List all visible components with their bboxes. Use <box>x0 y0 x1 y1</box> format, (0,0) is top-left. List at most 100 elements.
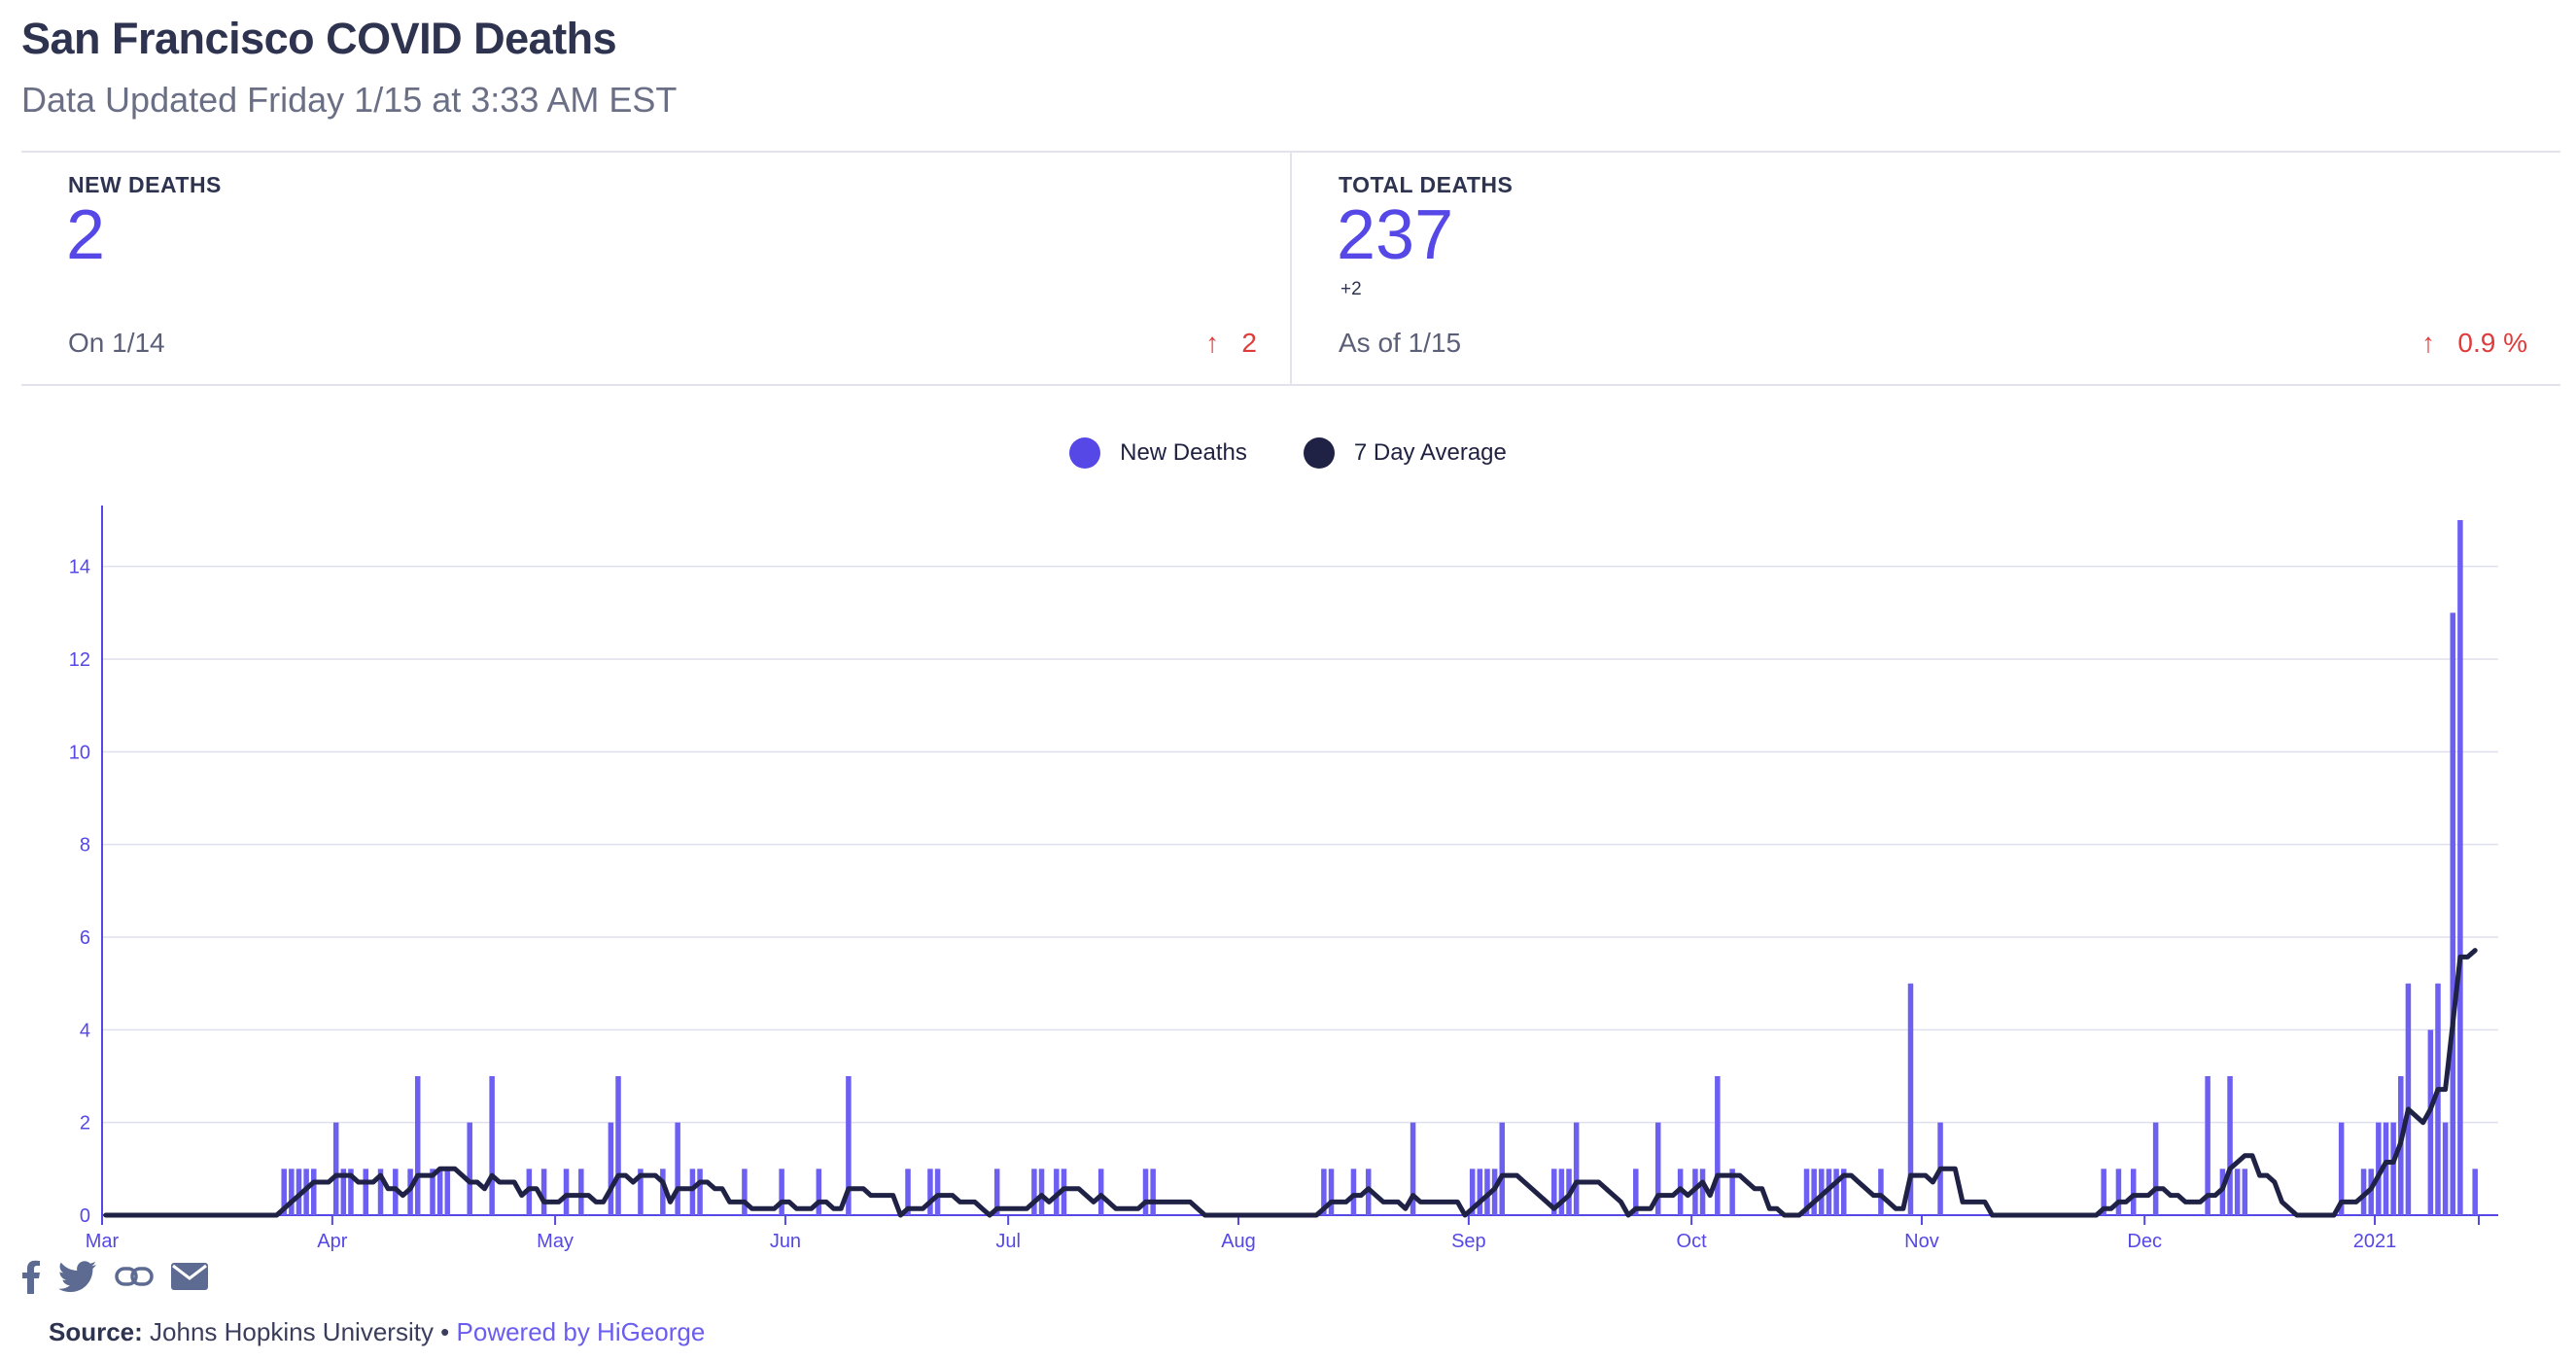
bar-new-deaths <box>1499 1122 1506 1215</box>
bar-new-deaths <box>779 1169 784 1215</box>
bar-new-deaths <box>742 1169 748 1215</box>
bar-new-deaths <box>2130 1169 2137 1215</box>
bar-new-deaths <box>2457 520 2463 1215</box>
kpi-new-deaths: NEW DEATHS 2 On 1/14 ↑ 2 <box>21 153 1292 384</box>
bar-new-deaths <box>2390 1122 2396 1215</box>
y-tick-label: 0 <box>80 1205 90 1227</box>
powered-by-link[interactable]: Powered by HiGeorge <box>457 1317 706 1346</box>
legend-label-new-deaths: New Deaths <box>1120 439 1247 466</box>
bar-new-deaths <box>2234 1169 2241 1215</box>
bar-new-deaths <box>1699 1169 1706 1215</box>
bar-new-deaths <box>2442 1122 2449 1215</box>
bar-new-deaths <box>2152 1122 2159 1215</box>
x-tick-label: May <box>537 1231 574 1252</box>
x-tick-label: Nov <box>1904 1231 1939 1252</box>
kpi-new-deaths-date: On 1/14 <box>68 328 165 358</box>
bar-new-deaths <box>1038 1169 1045 1215</box>
bar-new-deaths <box>414 1076 421 1215</box>
link-icon[interactable] <box>115 1265 154 1288</box>
kpi-total-deaths-delta: +2 <box>1340 279 1362 299</box>
bar-new-deaths <box>363 1169 368 1215</box>
source-label: Source: <box>49 1317 143 1346</box>
legend-item-7-day-average[interactable]: 7 Day Average <box>1303 437 1507 469</box>
x-tick-label: 2021 <box>2353 1231 2397 1252</box>
bar-new-deaths <box>689 1169 696 1215</box>
y-tick-label: 10 <box>69 742 90 763</box>
bar-new-deaths <box>563 1169 570 1215</box>
bar-new-deaths <box>1350 1169 1357 1215</box>
y-tick-label: 4 <box>80 1020 90 1041</box>
bar-new-deaths <box>1811 1169 1817 1215</box>
bar-new-deaths <box>1328 1169 1335 1215</box>
y-tick-label: 8 <box>80 835 90 856</box>
kpi-total-deaths-change: ↑ 0.9 % <box>2421 328 2527 359</box>
kpi-total-deaths-change-value: 0.9 % <box>2457 328 2527 358</box>
bar-new-deaths <box>697 1169 703 1215</box>
bar-new-deaths <box>436 1169 443 1215</box>
bar-new-deaths <box>540 1169 547 1215</box>
bar-new-deaths <box>1715 1076 1721 1215</box>
y-tick-label: 12 <box>69 649 90 671</box>
legend-swatch-7-day-average <box>1303 437 1335 469</box>
x-tick-label: Dec <box>2127 1231 2162 1252</box>
x-tick-label: Jul <box>995 1231 1021 1252</box>
x-tick-label: Oct <box>1677 1231 1708 1252</box>
kpi-total-deaths-value: 237 <box>1337 196 1454 274</box>
bar-new-deaths <box>816 1169 822 1215</box>
data-updated-subtitle: Data Updated Friday 1/15 at 3:33 AM EST <box>21 80 678 120</box>
bar-new-deaths <box>927 1169 933 1215</box>
x-tick-label: Mar <box>86 1231 120 1252</box>
email-icon[interactable] <box>171 1263 208 1290</box>
bar-new-deaths <box>615 1076 621 1215</box>
kpi-row: NEW DEATHS 2 On 1/14 ↑ 2 TOTAL DEATHS 23… <box>21 151 2560 386</box>
kpi-new-deaths-value: 2 <box>66 196 106 274</box>
y-tick-label: 14 <box>69 557 90 578</box>
page-title: San Francisco COVID Deaths <box>21 14 617 63</box>
legend-item-new-deaths[interactable]: New Deaths <box>1069 437 1247 469</box>
bar-new-deaths <box>1477 1169 1483 1215</box>
facebook-icon[interactable] <box>21 1259 41 1294</box>
kpi-new-deaths-label: NEW DEATHS <box>68 172 222 197</box>
bar-new-deaths <box>311 1169 317 1215</box>
kpi-new-deaths-change: ↑ 2 <box>1205 328 1257 359</box>
y-tick-label: 2 <box>80 1113 90 1134</box>
bar-new-deaths <box>2472 1169 2478 1215</box>
kpi-total-deaths: TOTAL DEATHS 237 +2 As of 1/15 ↑ 0.9 % <box>1292 153 2560 384</box>
x-tick-label: Jun <box>770 1231 801 1252</box>
twitter-icon[interactable] <box>58 1261 97 1292</box>
deaths-chart: 0 2 4 6 8 10 12 14 Mar Apr May Jun Jul Aug Sep Oct Nov De… <box>69 506 2498 1252</box>
y-tick-label: 6 <box>80 927 90 949</box>
kpi-new-deaths-change-value: 2 <box>1241 328 1257 358</box>
share-bar <box>21 1259 208 1294</box>
bar-new-deaths <box>467 1122 472 1215</box>
legend-label-7-day-average: 7 Day Average <box>1353 439 1507 466</box>
x-tick-label: Sep <box>1451 1231 1486 1252</box>
bar-new-deaths <box>489 1076 495 1215</box>
kpi-total-deaths-date: As of 1/15 <box>1339 328 1462 358</box>
bar-new-deaths <box>289 1169 295 1215</box>
chart-legend: New Deaths 7 Day Average <box>0 437 2576 469</box>
bar-new-deaths <box>2115 1169 2122 1215</box>
bar-new-deaths <box>2227 1076 2233 1215</box>
bar-new-deaths <box>2405 983 2412 1215</box>
x-tick-label: Aug <box>1221 1231 1256 1252</box>
bar-new-deaths <box>675 1122 680 1215</box>
bar-new-deaths <box>578 1169 584 1215</box>
bar-new-deaths <box>1558 1169 1565 1215</box>
arrow-up-icon: ↑ <box>2421 328 2436 358</box>
bar-new-deaths <box>934 1169 941 1215</box>
arrow-up-icon: ↑ <box>1205 328 1220 358</box>
bar-new-deaths <box>2427 1029 2434 1215</box>
bar-new-deaths <box>332 1122 339 1215</box>
source-separator: • <box>440 1317 450 1346</box>
kpi-total-deaths-label: TOTAL DEATHS <box>1339 172 1514 197</box>
bar-new-deaths <box>608 1122 614 1215</box>
bar-new-deaths <box>444 1169 451 1215</box>
bar-new-deaths <box>1150 1169 1156 1215</box>
bar-new-deaths <box>2450 612 2456 1215</box>
bar-new-deaths <box>1142 1169 1149 1215</box>
legend-swatch-new-deaths <box>1069 437 1101 469</box>
bar-new-deaths <box>1878 1169 1884 1215</box>
source-value: Johns Hopkins University <box>150 1317 434 1346</box>
source-line: Source: Johns Hopkins University • Power… <box>49 1317 705 1347</box>
